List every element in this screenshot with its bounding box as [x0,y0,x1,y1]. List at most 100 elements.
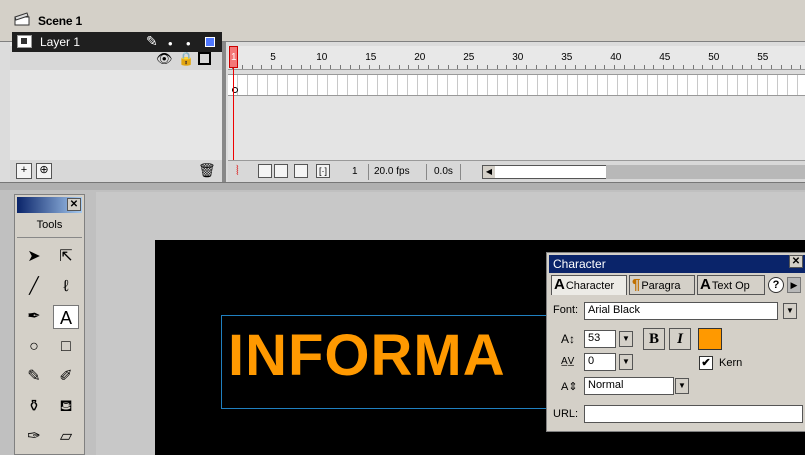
ruler-tick [584,65,586,69]
ruler-tick [702,65,704,69]
timeline-divider[interactable] [222,42,226,182]
eyedropper-tool-icon[interactable]: ✑ [21,425,47,449]
font-size-input[interactable]: 53 [584,330,616,348]
tab-text-options[interactable]: AText Op [697,275,765,295]
ruler-tick [330,65,331,69]
ruler-tick [780,65,782,69]
ruler-tick [535,65,537,69]
add-layer-icon[interactable]: + [16,163,32,179]
panel-menu-arrow-icon[interactable]: ▶ [787,277,801,293]
ruler-tick [339,65,341,69]
trash-icon[interactable]: 🗑 [198,162,216,179]
onion-skin-icon[interactable] [258,164,272,178]
kern-checkbox[interactable]: ✔ [699,356,713,370]
add-guide-layer-icon[interactable]: ⊕ [36,163,52,179]
pencil-tool-icon[interactable]: ✎ [21,365,47,389]
tools-label: Tools [36,219,63,231]
ruler-tick [388,65,390,69]
ruler-tick [486,65,488,69]
scene-label[interactable]: Scene 1 [38,14,82,28]
ruler-tick [614,65,616,69]
ruler-tick [643,65,645,69]
tracking-input[interactable]: 0 [584,353,616,371]
lock-icon[interactable]: 🔒 [178,52,194,65]
baseline-select[interactable]: Normal [584,377,674,395]
scene-clapper-icon[interactable] [14,12,30,26]
ruler-tick [594,65,596,69]
line-tool-icon[interactable]: ╱ [21,275,47,299]
ruler-tick [604,65,606,69]
tools-titlebar[interactable]: ✕ [17,197,82,213]
bold-button[interactable]: B [643,328,665,350]
italic-button[interactable]: I [669,328,691,350]
ruler-tick [633,65,635,69]
timeline-scroll-thumb[interactable] [606,165,805,179]
ruler-tick [457,65,459,69]
help-icon[interactable]: ? [768,277,784,293]
font-size-dropdown-icon[interactable]: ▼ [619,331,633,347]
eraser-tool-icon[interactable]: ▱ [53,425,79,449]
pencil-icon: ✎ [146,33,158,49]
eye-icon[interactable]: 👁 [156,52,173,65]
edit-multiple-icon[interactable] [294,164,308,178]
scroll-left-icon[interactable]: ◀ [483,166,495,178]
baseline-dropdown-icon[interactable]: ▼ [675,378,689,394]
elapsed-time: 0.0s [434,166,453,177]
ruler-tick [751,65,753,69]
paint-bucket-tool-icon[interactable]: ⛾ [53,395,79,419]
onion-outline-icon[interactable] [274,164,288,178]
center-frame-icon[interactable]: ⦚ [236,163,239,179]
ruler-tick [653,65,655,69]
lasso-tool-icon[interactable]: ℓ [53,275,79,299]
ruler-tick [300,65,302,69]
arrow-tool-icon[interactable]: ➤ [21,245,47,269]
ruler-tick [290,65,292,69]
layer-name[interactable]: Layer 1 [40,35,80,49]
ruler-tick [320,65,322,69]
text-color-swatch[interactable] [698,328,722,350]
tracking-dropdown-icon[interactable]: ▼ [619,354,633,370]
ruler-tick [555,65,557,69]
stage-text[interactable]: INFORMA [228,322,506,389]
ruler-tick [369,65,371,69]
ruler-tick [545,65,547,69]
outline-square-icon[interactable] [198,52,211,65]
ruler-number: 35 [561,52,573,63]
ruler-number: 5 [270,52,276,63]
panel-splitter[interactable] [0,182,805,190]
rectangle-tool-icon[interactable]: □ [53,335,79,359]
layer-row[interactable]: Layer 1 ✎ • • [12,32,222,52]
tab-character[interactable]: ACharacter [551,275,627,295]
frames-row[interactable] [228,74,805,96]
font-input[interactable]: Arial Black [584,302,778,320]
modify-markers-icon[interactable]: [·] [316,164,330,178]
brush-tool-icon[interactable]: ✐ [53,365,79,389]
close-icon[interactable]: ✕ [67,198,81,211]
font-label: Font: [553,304,579,316]
ruler-tick [271,65,273,69]
url-input[interactable] [584,405,803,423]
character-panel-title[interactable]: Character [549,255,805,273]
ruler-tick [418,65,420,69]
tab-paragraph[interactable]: ¶Paragra [629,275,695,295]
ruler-tick [447,65,449,69]
url-label: URL: [553,408,579,420]
layer-color-box[interactable] [205,37,215,47]
character-panel-title-text: Character [553,257,606,271]
font-dropdown-icon[interactable]: ▼ [783,303,797,319]
oval-tool-icon[interactable]: ○ [21,335,47,359]
text-tool-icon[interactable]: A [53,305,79,329]
ruler-tick [467,65,469,69]
lock-dot[interactable]: • [186,36,191,51]
tab-character-label: Character [565,280,615,292]
frame-ruler[interactable]: 151015202530354045505560 [228,46,805,70]
close-icon[interactable]: ✕ [789,255,803,268]
pen-tool-icon[interactable]: ✒ [21,305,47,329]
visibility-dot[interactable]: • [168,36,173,51]
frames-area[interactable] [228,96,805,160]
timeline-status-bar: ⦚ [·] 1 20.0 fps 0.0s ◀ [228,160,805,182]
subselect-tool-icon[interactable]: ⇱ [53,245,79,269]
ruler-tick [575,65,576,69]
ink-bottle-tool-icon[interactable]: ⚱ [21,395,47,419]
ruler-number: 25 [463,52,475,63]
